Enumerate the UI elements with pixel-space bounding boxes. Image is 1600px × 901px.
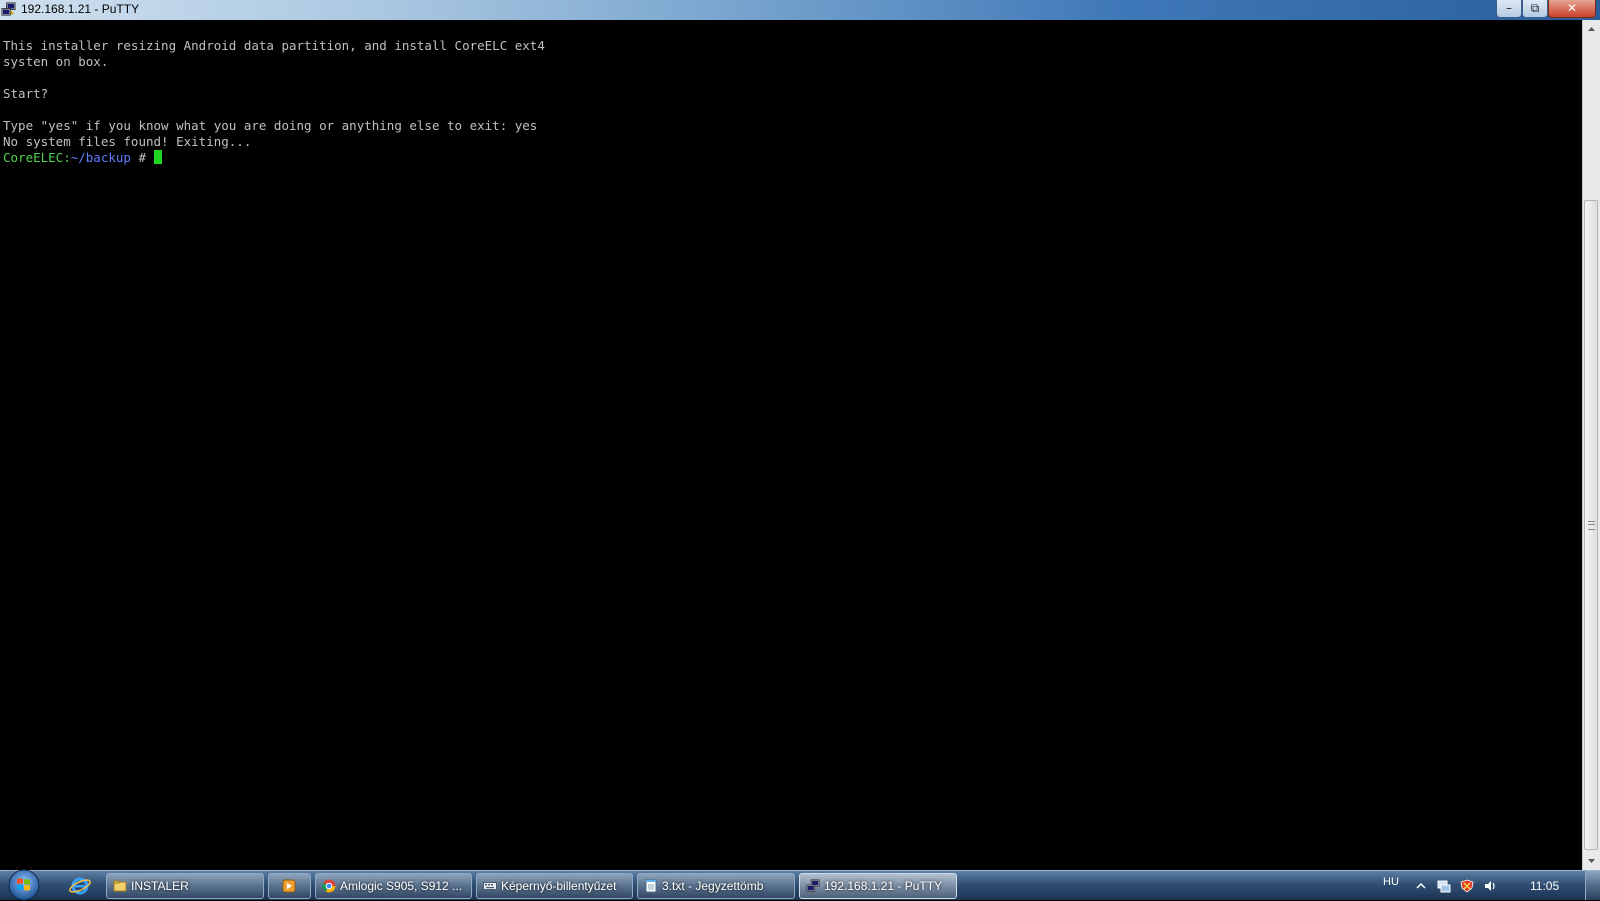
minimize-button[interactable]: – — [1496, 0, 1522, 18]
taskbar-button-label: INSTALER — [131, 879, 189, 893]
window-titlebar[interactable]: 192.168.1.21 - PuTTY – ⧉ ✕ — [0, 0, 1600, 20]
close-icon: ✕ — [1566, 1, 1578, 15]
vertical-scrollbar[interactable] — [1582, 20, 1600, 870]
show-hidden-icons-arrow[interactable] — [1414, 879, 1428, 893]
internet-explorer-icon[interactable] — [68, 874, 92, 898]
scrollbar-thumb[interactable] — [1584, 200, 1598, 850]
window-title: 192.168.1.21 - PuTTY — [21, 2, 140, 16]
terminal-line: This installer resizing Android data par… — [3, 38, 545, 53]
taskbar: INSTALER Amlogic S905, S912 ... Képernyő… — [0, 869, 1600, 901]
taskbar-button-media-player[interactable] — [268, 873, 311, 899]
prompt-path: ~/backup — [70, 150, 131, 165]
terminal-output: This installer resizing Android data par… — [3, 38, 545, 166]
taskbar-button-label: 192.168.1.21 - PuTTY — [824, 879, 943, 893]
putty-icon — [1, 2, 16, 16]
terminal-line: Type "yes" if you know what you are doin… — [3, 118, 538, 133]
taskbar-button-on-screen-keyboard[interactable]: Képernyő-billentyűzet — [476, 873, 633, 899]
language-indicator[interactable]: HU — [1383, 876, 1399, 888]
network-icon[interactable] — [1437, 879, 1451, 893]
system-tray: HU 11:05 — [1370, 871, 1600, 901]
scroll-up-arrow-icon[interactable] — [1583, 20, 1600, 38]
taskbar-button-label: 3.txt - Jegyzettömb — [662, 879, 764, 893]
putty-icon — [806, 879, 820, 892]
windows-orb-icon[interactable] — [6, 869, 42, 901]
scroll-down-arrow-icon[interactable] — [1583, 852, 1600, 870]
terminal-line: systen on box. — [3, 54, 109, 69]
grip-icon — [1588, 521, 1595, 530]
chrome-icon — [322, 879, 336, 893]
show-desktop-button[interactable] — [1585, 871, 1600, 900]
media-player-icon — [282, 879, 296, 893]
terminal-area[interactable]: This installer resizing Android data par… — [0, 20, 1582, 870]
close-button[interactable]: ✕ — [1548, 0, 1596, 18]
taskbar-button-label: Amlogic S905, S912 ... — [340, 879, 463, 893]
restore-icon: ⧉ — [1530, 1, 1540, 15]
prompt-host: CoreELEC: — [3, 150, 71, 165]
taskbar-button-chrome[interactable]: Amlogic S905, S912 ... — [315, 873, 472, 899]
security-icon[interactable] — [1460, 879, 1474, 893]
taskbar-button-putty[interactable]: 192.168.1.21 - PuTTY — [799, 873, 957, 899]
folder-icon — [113, 880, 127, 892]
taskbar-button-notepad[interactable]: 3.txt - Jegyzettömb — [637, 873, 795, 899]
terminal-line: No system files found! Exiting... — [3, 134, 252, 149]
taskbar-button-instaler[interactable]: INSTALER — [106, 873, 264, 899]
shell-prompt: CoreELEC:~/backup # — [3, 150, 162, 165]
terminal-cursor — [153, 150, 162, 164]
prompt-suffix: # — [130, 150, 154, 165]
volume-icon[interactable] — [1483, 879, 1497, 893]
notepad-icon — [645, 879, 657, 893]
keyboard-icon — [483, 882, 497, 890]
taskbar-button-label: Képernyő-billentyűzet — [501, 879, 617, 893]
terminal-line: Start? — [3, 86, 49, 101]
taskbar-clock[interactable]: 11:05 — [1530, 879, 1559, 893]
minimize-icon: – — [1506, 1, 1512, 15]
maximize-button[interactable]: ⧉ — [1522, 0, 1548, 18]
